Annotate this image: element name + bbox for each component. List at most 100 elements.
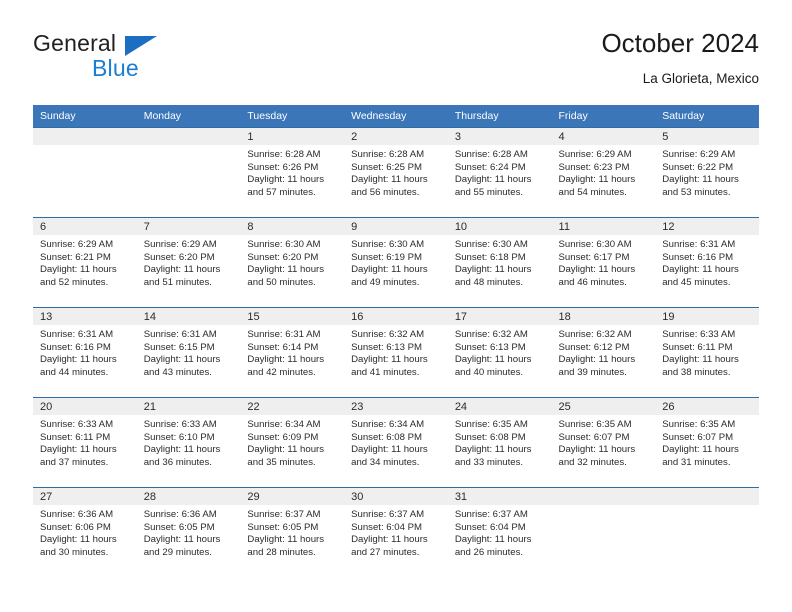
daylight-duration-line1: Daylight: 11 hours <box>351 444 428 456</box>
calendar-day-cell[interactable]: 10 Sunrise: 6:30 AM Sunset: 6:18 PM Dayligh… <box>447 217 552 308</box>
sunrise-time: Sunrise: 6:33 AM <box>143 419 217 430</box>
daylight-duration-line1: Daylight: 11 hours <box>662 444 739 456</box>
sunrise-time: Sunrise: 6:31 AM <box>662 239 736 250</box>
daylight-duration-line2: and 44 minutes. <box>40 366 109 378</box>
sunset-time: Sunset: 6:08 PM <box>454 431 526 443</box>
daylight-duration-line2: and 31 minutes. <box>662 456 731 468</box>
calendar-day-cell[interactable]: 18 Sunrise: 6:32 AM Sunset: 6:12 PM Dayligh… <box>551 307 656 398</box>
day-cell-content: 14 Sunrise: 6:31 AM Sunset: 6:15 PM Dayligh… <box>136 308 241 397</box>
sunset-time: Sunset: 6:16 PM <box>662 251 734 263</box>
calendar-day-cell[interactable]: 23 Sunrise: 6:34 AM Sunset: 6:08 PM Dayligh… <box>344 397 448 488</box>
day-number: 23 <box>344 398 448 415</box>
calendar-day-cell[interactable]: 17 Sunrise: 6:32 AM Sunset: 6:13 PM Dayligh… <box>447 307 552 398</box>
day-number <box>136 128 241 145</box>
calendar-day-cell[interactable]: 4 Sunrise: 6:29 AM Sunset: 6:23 PM Daylight… <box>551 127 656 218</box>
calendar-day-cell[interactable]: 31 Sunrise: 6:37 AM Sunset: 6:04 PM Dayligh… <box>447 487 552 577</box>
day-sun-info: Sunrise: 6:28 AM Sunset: 6:24 PM Daylight:… <box>448 145 552 199</box>
day-number <box>655 488 759 505</box>
day-cell-content: 15 Sunrise: 6:31 AM Sunset: 6:14 PM Dayligh… <box>240 308 345 397</box>
day-sun-info: Sunrise: 6:29 AM Sunset: 6:21 PM Daylight:… <box>33 235 137 289</box>
sunset-time: Sunset: 6:10 PM <box>143 431 215 443</box>
day-cell-content: 29 Sunrise: 6:37 AM Sunset: 6:05 PM Dayligh… <box>240 488 345 577</box>
general-blue-logo[interactable]: General Blue <box>33 30 253 92</box>
sunrise-time: Sunrise: 6:31 AM <box>143 329 217 340</box>
daylight-duration-line1: Daylight: 11 hours <box>454 444 532 456</box>
daylight-duration-line2: and 28 minutes. <box>247 546 316 558</box>
calendar-day-cell[interactable]: 5 Sunrise: 6:29 AM Sunset: 6:22 PM Daylight… <box>655 127 759 218</box>
daylight-duration-line1: Daylight: 11 hours <box>40 444 117 456</box>
day-number: 13 <box>33 308 137 325</box>
day-sun-info: Sunrise: 6:32 AM Sunset: 6:13 PM Daylight:… <box>448 325 552 379</box>
day-cell-content: 3 Sunrise: 6:28 AM Sunset: 6:24 PM Daylight… <box>447 128 552 217</box>
calendar-day-cell[interactable]: 21 Sunrise: 6:33 AM Sunset: 6:10 PM Dayligh… <box>136 397 241 488</box>
calendar-day-cell[interactable]: 8 Sunrise: 6:30 AM Sunset: 6:20 PM Daylight… <box>240 217 345 308</box>
day-number: 7 <box>136 218 241 235</box>
sunrise-time: Sunrise: 6:35 AM <box>558 419 632 430</box>
sunset-time: Sunset: 6:22 PM <box>662 161 734 173</box>
day-sun-info: Sunrise: 6:31 AM Sunset: 6:14 PM Daylight:… <box>240 325 344 379</box>
calendar-day-cell[interactable]: 14 Sunrise: 6:31 AM Sunset: 6:15 PM Dayligh… <box>136 307 241 398</box>
day-sun-info: Sunrise: 6:28 AM Sunset: 6:26 PM Daylight:… <box>240 145 344 199</box>
calendar-day-cell[interactable]: 1 Sunrise: 6:28 AM Sunset: 6:26 PM Daylight… <box>240 127 345 218</box>
calendar-day-cell[interactable]: 26 Sunrise: 6:35 AM Sunset: 6:07 PM Dayligh… <box>655 397 759 488</box>
daylight-duration-line1: Daylight: 11 hours <box>143 264 221 276</box>
day-sun-info: Sunrise: 6:36 AM Sunset: 6:05 PM Daylight:… <box>137 505 241 559</box>
day-cell-content: 25 Sunrise: 6:35 AM Sunset: 6:07 PM Dayligh… <box>551 398 656 487</box>
day-number: 5 <box>655 128 759 145</box>
sunset-time: Sunset: 6:05 PM <box>247 521 319 533</box>
sunset-time: Sunset: 6:04 PM <box>454 521 526 533</box>
calendar-day-cell[interactable]: 9 Sunrise: 6:30 AM Sunset: 6:19 PM Daylight… <box>344 217 448 308</box>
sunrise-time: Sunrise: 6:34 AM <box>351 419 425 430</box>
sunset-time: Sunset: 6:18 PM <box>454 251 526 263</box>
day-number: 10 <box>447 218 552 235</box>
calendar-day-cell[interactable]: 20 Sunrise: 6:33 AM Sunset: 6:11 PM Dayligh… <box>33 397 137 488</box>
calendar-day-cell[interactable]: 22 Sunrise: 6:34 AM Sunset: 6:09 PM Dayligh… <box>240 397 345 488</box>
daylight-duration-line2: and 35 minutes. <box>247 456 316 468</box>
sunset-time: Sunset: 6:16 PM <box>40 341 111 353</box>
day-sun-info: Sunrise: 6:34 AM Sunset: 6:09 PM Daylight:… <box>240 415 344 469</box>
sunrise-time: Sunrise: 6:30 AM <box>351 239 425 250</box>
day-sun-info: Sunrise: 6:30 AM Sunset: 6:19 PM Daylight:… <box>344 235 448 289</box>
calendar-day-cell[interactable]: 2 Sunrise: 6:28 AM Sunset: 6:25 PM Daylight… <box>344 127 448 218</box>
day-cell-content: 31 Sunrise: 6:37 AM Sunset: 6:04 PM Dayligh… <box>447 488 552 577</box>
calendar-day-cell[interactable]: 3 Sunrise: 6:28 AM Sunset: 6:24 PM Daylight… <box>447 127 552 218</box>
daylight-duration-line1: Daylight: 11 hours <box>351 174 428 186</box>
calendar-day-cell[interactable]: 29 Sunrise: 6:37 AM Sunset: 6:05 PM Dayligh… <box>240 487 345 577</box>
sunrise-time: Sunrise: 6:29 AM <box>143 239 217 250</box>
day-cell-content: 21 Sunrise: 6:33 AM Sunset: 6:10 PM Dayligh… <box>136 398 241 487</box>
day-number: 15 <box>240 308 345 325</box>
day-number: 3 <box>447 128 552 145</box>
daylight-duration-line1: Daylight: 11 hours <box>351 354 428 366</box>
calendar-day-cell[interactable]: 30 Sunrise: 6:37 AM Sunset: 6:04 PM Dayligh… <box>344 487 448 577</box>
calendar-day-cell[interactable]: 13 Sunrise: 6:31 AM Sunset: 6:16 PM Dayligh… <box>33 307 137 398</box>
calendar-day-cell[interactable]: 6 Sunrise: 6:29 AM Sunset: 6:21 PM Daylight… <box>33 217 137 308</box>
daylight-duration-line1: Daylight: 11 hours <box>662 354 739 366</box>
sunrise-time: Sunrise: 6:37 AM <box>247 509 321 520</box>
sunset-time: Sunset: 6:12 PM <box>558 341 630 353</box>
calendar-day-cell[interactable]: 27 Sunrise: 6:36 AM Sunset: 6:06 PM Dayligh… <box>33 487 137 577</box>
calendar-day-cell[interactable]: 11 Sunrise: 6:30 AM Sunset: 6:17 PM Dayligh… <box>551 217 656 308</box>
sunrise-time: Sunrise: 6:35 AM <box>662 419 736 430</box>
calendar-day-cell[interactable]: 25 Sunrise: 6:35 AM Sunset: 6:07 PM Dayligh… <box>551 397 656 488</box>
day-cell-content: 7 Sunrise: 6:29 AM Sunset: 6:20 PM Daylight… <box>136 218 241 307</box>
calendar-day-cell[interactable]: 15 Sunrise: 6:31 AM Sunset: 6:14 PM Dayligh… <box>240 307 345 398</box>
calendar-day-cell[interactable]: 12 Sunrise: 6:31 AM Sunset: 6:16 PM Dayligh… <box>655 217 759 308</box>
day-number: 6 <box>33 218 137 235</box>
calendar-day-cell[interactable]: 7 Sunrise: 6:29 AM Sunset: 6:20 PM Daylight… <box>136 217 241 308</box>
daylight-duration-line2: and 41 minutes. <box>351 366 420 378</box>
sunset-time: Sunset: 6:21 PM <box>40 251 111 263</box>
day-number: 4 <box>551 128 656 145</box>
calendar-day-cell[interactable]: 28 Sunrise: 6:36 AM Sunset: 6:05 PM Dayligh… <box>136 487 241 577</box>
daylight-duration-line2: and 54 minutes. <box>558 186 627 198</box>
daylight-duration-line1: Daylight: 11 hours <box>247 444 325 456</box>
calendar-week-row: 6 Sunrise: 6:29 AM Sunset: 6:21 PM Daylight… <box>33 217 759 308</box>
calendar-day-cell[interactable]: 24 Sunrise: 6:35 AM Sunset: 6:08 PM Dayligh… <box>447 397 552 488</box>
day-number: 27 <box>33 488 137 505</box>
daylight-duration-line2: and 34 minutes. <box>351 456 420 468</box>
calendar-week-row: 20 Sunrise: 6:33 AM Sunset: 6:11 PM Dayligh… <box>33 397 759 488</box>
calendar-day-cell[interactable]: 19 Sunrise: 6:33 AM Sunset: 6:11 PM Dayligh… <box>655 307 759 398</box>
daylight-duration-line2: and 53 minutes. <box>662 186 731 198</box>
daylight-duration-line1: Daylight: 11 hours <box>143 534 221 546</box>
day-cell-content: 1 Sunrise: 6:28 AM Sunset: 6:26 PM Daylight… <box>240 128 345 217</box>
calendar-day-cell[interactable]: 16 Sunrise: 6:32 AM Sunset: 6:13 PM Dayligh… <box>344 307 448 398</box>
